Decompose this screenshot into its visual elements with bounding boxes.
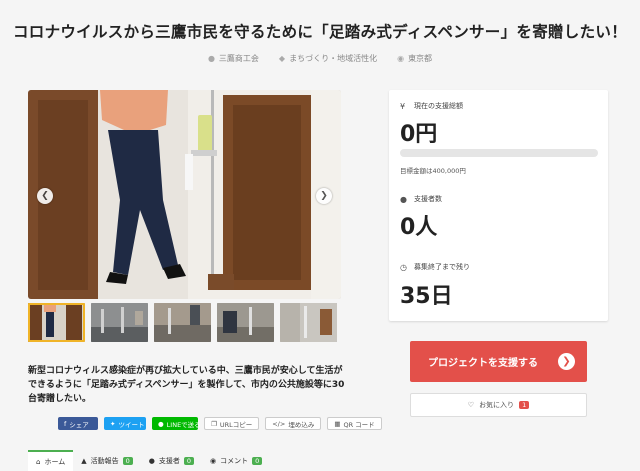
thumbnail-2[interactable] — [91, 303, 148, 342]
tab-comments[interactable]: ◉ コメント 0 — [202, 450, 270, 471]
favorite-count: 1 — [519, 401, 530, 409]
supporters-label-text: 支援者数 — [414, 195, 442, 203]
megaphone-icon: ▲ — [81, 456, 87, 465]
total-amount-value: 0円 — [400, 122, 438, 147]
organizer-link[interactable]: ● 三鷹商工会 — [208, 53, 259, 64]
heart-icon: ♡ — [467, 401, 475, 409]
qr-code-label: QR コード — [343, 420, 375, 429]
users-icon: ● — [400, 194, 407, 204]
tab-count: 0 — [122, 456, 133, 465]
home-icon: ⌂ — [36, 457, 41, 466]
comment-icon: ◉ — [210, 456, 217, 465]
twitter-icon: ✦ — [110, 419, 116, 428]
thumbnail-image — [91, 303, 148, 342]
clock-icon: ◷ — [400, 262, 407, 272]
location-name: 東京都 — [408, 54, 433, 63]
tab-label: コメント — [220, 456, 249, 465]
thumbnail-image — [217, 303, 274, 342]
thumbnail-image — [28, 303, 85, 342]
twitter-share-label: ツイート — [118, 420, 145, 429]
support-label: プロジェクトを支援する — [428, 358, 538, 369]
organizer-name: 三鷹商工会 — [218, 54, 259, 63]
facebook-icon: f — [64, 419, 67, 428]
users-icon: ● — [148, 456, 155, 465]
main-photo — [28, 90, 341, 299]
funding-stats-panel: ¥ 現在の支援総額 0円 目標金額は400,000円 ● 支援者数 0人 ◷ 募… — [389, 90, 608, 321]
facebook-share-label: シェア — [69, 420, 89, 429]
url-copy-label: URLコピー — [219, 420, 253, 429]
share-buttons: f シェア ✦ ツイート ● LINEで送る ❐ URLコピー </> 埋め込み… — [58, 417, 382, 430]
code-icon: </> — [272, 419, 286, 428]
chevron-right-icon: ❯ — [558, 353, 575, 370]
line-share-label: LINEで送る — [166, 420, 201, 429]
gallery-thumbnails — [28, 303, 337, 342]
facebook-share-button[interactable]: f シェア — [58, 417, 98, 430]
project-meta: ● 三鷹商工会 ◆ まちづくり・地域活性化 ◉ 東京都 — [0, 53, 640, 64]
thumbnail-3[interactable] — [154, 303, 211, 342]
tab-home[interactable]: ⌂ ホーム — [28, 450, 74, 471]
tab-activity-report[interactable]: ▲ 活動報告 0 — [73, 450, 141, 471]
user-icon: ● — [207, 54, 215, 63]
chevron-right-icon: ❯ — [320, 191, 328, 201]
favorite-label: お気に入り — [479, 401, 515, 409]
total-amount-label: ¥ 現在の支援総額 — [400, 101, 463, 111]
embed-label: 埋め込み — [288, 420, 315, 429]
tab-label: 支援者 — [158, 456, 180, 465]
chevron-left-icon: ❮ — [41, 191, 49, 201]
remaining-value: 35日 — [400, 284, 453, 309]
twitter-share-button[interactable]: ✦ ツイート — [104, 417, 146, 430]
goal-amount: 目標金額は400,000円 — [400, 167, 466, 175]
total-label-text: 現在の支援総額 — [414, 102, 463, 110]
location-link[interactable]: ◉ 東京都 — [397, 53, 432, 64]
copy-icon: ❐ — [211, 419, 217, 428]
supporters-label: ● 支援者数 — [400, 194, 442, 204]
qr-code-button[interactable]: ▦ QR コード — [327, 417, 382, 430]
thumbnail-1[interactable] — [28, 303, 85, 342]
map-pin-icon: ◉ — [397, 54, 405, 63]
support-project-button[interactable]: プロジェクトを支援する ❯ — [410, 341, 587, 382]
supporters-value: 0人 — [400, 215, 438, 240]
project-title: コロナウイルスから三鷹市民を守るために「足踏み式ディスペンサー」を寄贈したい！ — [12, 23, 628, 41]
tab-supporters[interactable]: ● 支援者 0 — [141, 450, 202, 471]
url-copy-button[interactable]: ❐ URLコピー — [204, 417, 260, 430]
tab-count: 0 — [183, 456, 195, 465]
tab-count: 0 — [252, 456, 263, 465]
category-name: まちづくり・地域活性化 — [289, 54, 378, 63]
embed-button[interactable]: </> 埋め込み — [265, 417, 322, 430]
favorite-button[interactable]: ♡ お気に入り 1 — [410, 393, 587, 417]
main-image-gallery[interactable]: ❮ ❯ — [28, 90, 341, 299]
remaining-label: ◷ 募集終了まで残り — [400, 262, 470, 272]
thumbnail-5[interactable] — [280, 303, 337, 342]
qr-icon: ▦ — [334, 419, 341, 428]
thumbnail-image — [280, 303, 337, 342]
funding-progress-bar — [400, 149, 598, 157]
category-link[interactable]: ◆ まちづくり・地域活性化 — [279, 53, 377, 64]
line-icon: ● — [158, 419, 164, 428]
project-tabs: ⌂ ホーム ▲ 活動報告 0 ● 支援者 0 ◉ コメント 0 — [28, 450, 270, 471]
tab-label: ホーム — [44, 457, 66, 466]
project-description: 新型コロナウィルス感染症が再び拡大している中、三鷹市民が安心して生活ができるよう… — [28, 366, 345, 404]
thumbnail-image — [154, 303, 211, 342]
thumbnail-4[interactable] — [217, 303, 274, 342]
yen-icon: ¥ — [400, 101, 406, 111]
remaining-label-text: 募集終了まで残り — [414, 263, 470, 271]
tag-icon: ◆ — [278, 54, 286, 63]
line-share-button[interactable]: ● LINEで送る — [152, 417, 201, 430]
tab-label: 活動報告 — [90, 456, 119, 465]
gallery-prev-button[interactable]: ❮ — [37, 188, 53, 204]
gallery-next-button[interactable]: ❯ — [316, 188, 332, 204]
